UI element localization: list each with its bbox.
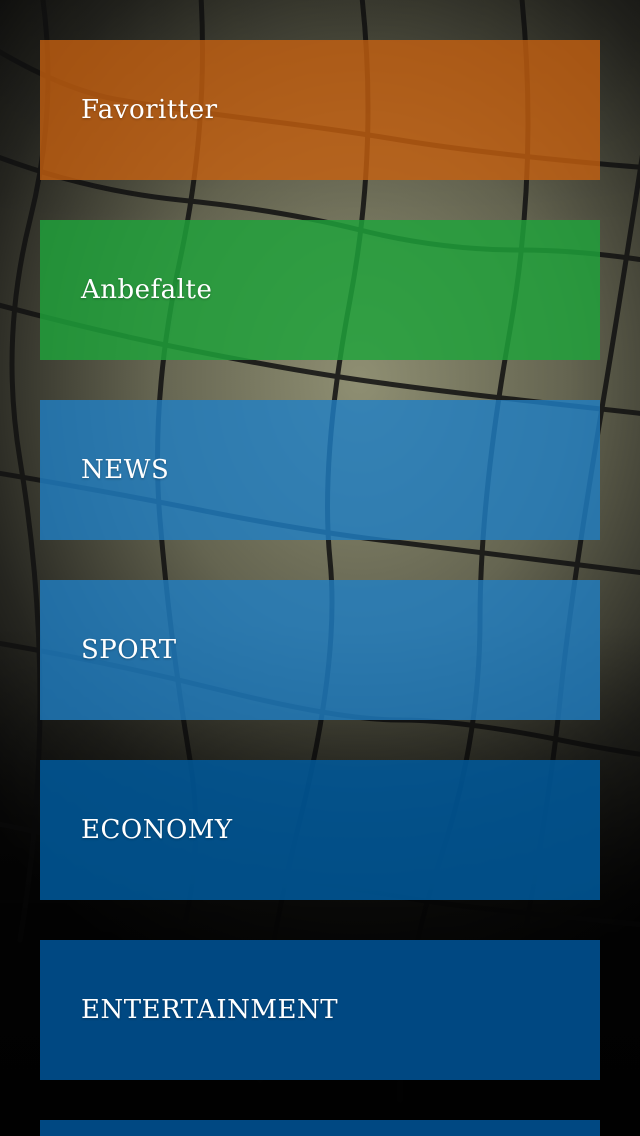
menu-item-sport[interactable]: SPORT	[40, 580, 600, 720]
menu-item-label: ENTERTAINMENT	[81, 995, 339, 1025]
menu-item-label: ECONOMY	[81, 815, 233, 845]
menu-item-news[interactable]: NEWS	[40, 400, 600, 540]
menu-item-label: SPORT	[81, 635, 177, 665]
menu-item-anbefalte[interactable]: Anbefalte	[40, 220, 600, 360]
menu-item-next-partial[interactable]	[40, 1120, 600, 1136]
menu-item-economy[interactable]: ECONOMY	[40, 760, 600, 900]
menu-item-label: NEWS	[81, 455, 170, 485]
menu-item-label: Anbefalte	[81, 275, 213, 305]
menu-item-label: Favoritter	[81, 95, 218, 125]
menu-item-favoritter[interactable]: Favoritter	[40, 40, 600, 180]
menu-item-entertainment[interactable]: ENTERTAINMENT	[40, 940, 600, 1080]
category-menu: Favoritter Anbefalte NEWS SPORT ECONOMY …	[40, 40, 600, 1136]
